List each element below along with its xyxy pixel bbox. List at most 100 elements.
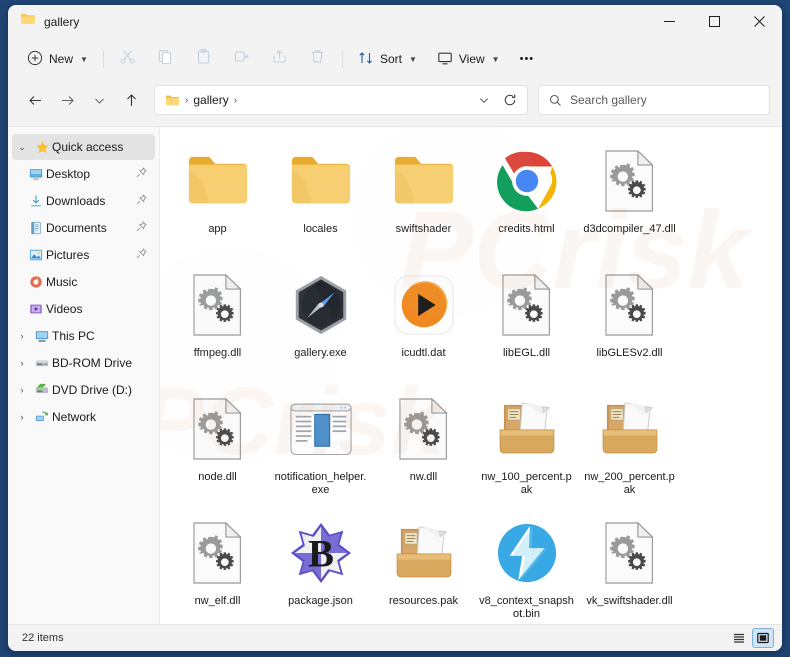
scissors-icon [119,48,136,70]
music-icon [26,275,46,289]
documents-icon [26,221,46,235]
sort-button-label: Sort [380,52,402,66]
compass-hex-icon [283,267,359,343]
file-item-label: ffmpeg.dll [170,347,266,360]
sidebar-item-label: Videos [46,302,133,316]
delete-button[interactable] [300,43,336,75]
ellipsis-icon: ••• [520,53,535,65]
recent-locations-button[interactable] [84,85,114,115]
file-item[interactable]: credits.html [475,135,578,259]
pin-icon[interactable] [133,248,149,262]
cut-button[interactable] [110,43,146,75]
dll-gears-icon [386,391,462,467]
svg-text:B: B [308,533,334,576]
sidebar-item-desktop[interactable]: Desktop [26,161,155,187]
copy-button[interactable] [148,43,184,75]
file-item[interactable]: locales [269,135,372,259]
refresh-button[interactable] [497,87,523,113]
file-item[interactable]: node.dll [166,383,269,507]
file-item-label: libGLESv2.dll [582,347,678,360]
sidebar-item-dvd-drive-d-cccc[interactable]: ›DVD Drive (D:) CCCC [12,377,155,403]
address-dropdown-button[interactable] [471,87,497,113]
file-item[interactable]: swiftshader [372,135,475,259]
file-item-label: notification_helper.exe [273,471,369,497]
dll-gears-icon [180,391,256,467]
pin-icon[interactable] [133,221,149,235]
address-bar[interactable]: › gallery › [154,85,528,115]
chevron-right-icon[interactable]: › [12,385,32,395]
file-item[interactable]: d3dcompiler_47.dll [578,135,681,259]
sidebar-item-music[interactable]: Music [26,269,155,295]
sidebar-item-label: BD-ROM Drive (E:) C [52,356,133,370]
search-input[interactable]: Search gallery [570,93,647,107]
maximize-button[interactable] [692,5,737,38]
file-item[interactable]: v8_context_snapshot.bin [475,507,578,624]
sort-arrows-icon [358,50,374,69]
file-item[interactable]: libEGL.dll [475,259,578,383]
file-item[interactable]: vk_swiftshader.dll [578,507,681,624]
sidebar-item-network[interactable]: ›Network [12,404,155,430]
folder-icon [180,143,256,219]
back-button[interactable] [20,85,50,115]
file-item[interactable]: B package.json [269,507,372,624]
view-toggle-group [728,628,774,648]
file-item[interactable]: libGLESv2.dll [578,259,681,383]
download-icon [26,194,46,208]
file-item-label: resources.pak [376,595,472,608]
file-item[interactable]: notification_helper.exe [269,383,372,507]
chevron-right-icon[interactable]: › [12,358,32,368]
details-view-button[interactable] [728,628,750,648]
file-item[interactable]: resources.pak [372,507,475,624]
share-button[interactable] [262,43,298,75]
file-item[interactable]: nw_elf.dll [166,507,269,624]
paste-button[interactable] [186,43,222,75]
copy-icon [157,48,174,70]
file-item-label: nw_elf.dll [170,595,266,608]
desktop-icon [26,167,46,181]
chrome-icon [489,143,565,219]
pin-icon[interactable] [133,194,149,208]
file-item[interactable]: gallery.exe [269,259,372,383]
rename-button[interactable] [224,43,260,75]
close-button[interactable] [737,5,782,38]
file-item[interactable]: app [166,135,269,259]
sidebar-item-downloads[interactable]: Downloads [26,188,155,214]
navigation-pane: ⌄Quick accessDesktopDownloadsDocumentsPi… [8,127,160,624]
file-item[interactable]: ffmpeg.dll [166,259,269,383]
sort-button[interactable]: Sort ▼ [349,43,426,75]
file-item[interactable]: nw.dll [372,383,475,507]
breadcrumb-separator[interactable]: › [234,95,237,106]
large-icons-view-button[interactable] [752,628,774,648]
minimize-button[interactable] [647,5,692,38]
new-button[interactable]: New ▼ [18,43,97,75]
sidebar-item-quick-access[interactable]: ⌄Quick access [12,134,155,160]
file-item-label: nw_100_percent.pak [479,471,575,497]
forward-button[interactable] [52,85,82,115]
view-button[interactable]: View ▼ [428,43,509,75]
view-button-label: View [459,52,485,66]
sidebar-item-documents[interactable]: Documents [26,215,155,241]
sidebar-item-pictures[interactable]: Pictures [26,242,155,268]
up-button[interactable] [116,85,146,115]
window-controls [647,5,782,38]
chevron-right-icon[interactable]: › [12,331,32,341]
chevron-right-icon[interactable]: › [12,412,32,422]
chevron-down-icon[interactable]: ⌄ [12,142,32,153]
sidebar-item-bd-rom-drive-e-c[interactable]: › BD-ROM Drive (E:) C [12,350,155,376]
breadcrumb-item-gallery[interactable]: gallery [193,93,228,107]
share-icon [271,48,288,70]
file-item[interactable]: nw_100_percent.pak [475,383,578,507]
window-title: gallery [44,15,79,29]
search-box[interactable]: Search gallery [538,85,770,115]
sidebar-item-videos[interactable]: Videos [26,296,155,322]
sidebar-item-this-pc[interactable]: ›This PC [12,323,155,349]
dll-gears-icon [180,515,256,591]
star-icon [32,140,52,155]
pin-icon[interactable] [133,167,149,181]
file-item[interactable]: icudtl.dat [372,259,475,383]
file-item-label: credits.html [479,223,575,236]
more-options-button[interactable]: ••• [511,43,544,75]
file-list-pane[interactable]: PCrisk PCrisk app locales swiftshader [160,127,782,624]
file-item[interactable]: nw_200_percent.pak [578,383,681,507]
folder-icon [165,93,180,108]
